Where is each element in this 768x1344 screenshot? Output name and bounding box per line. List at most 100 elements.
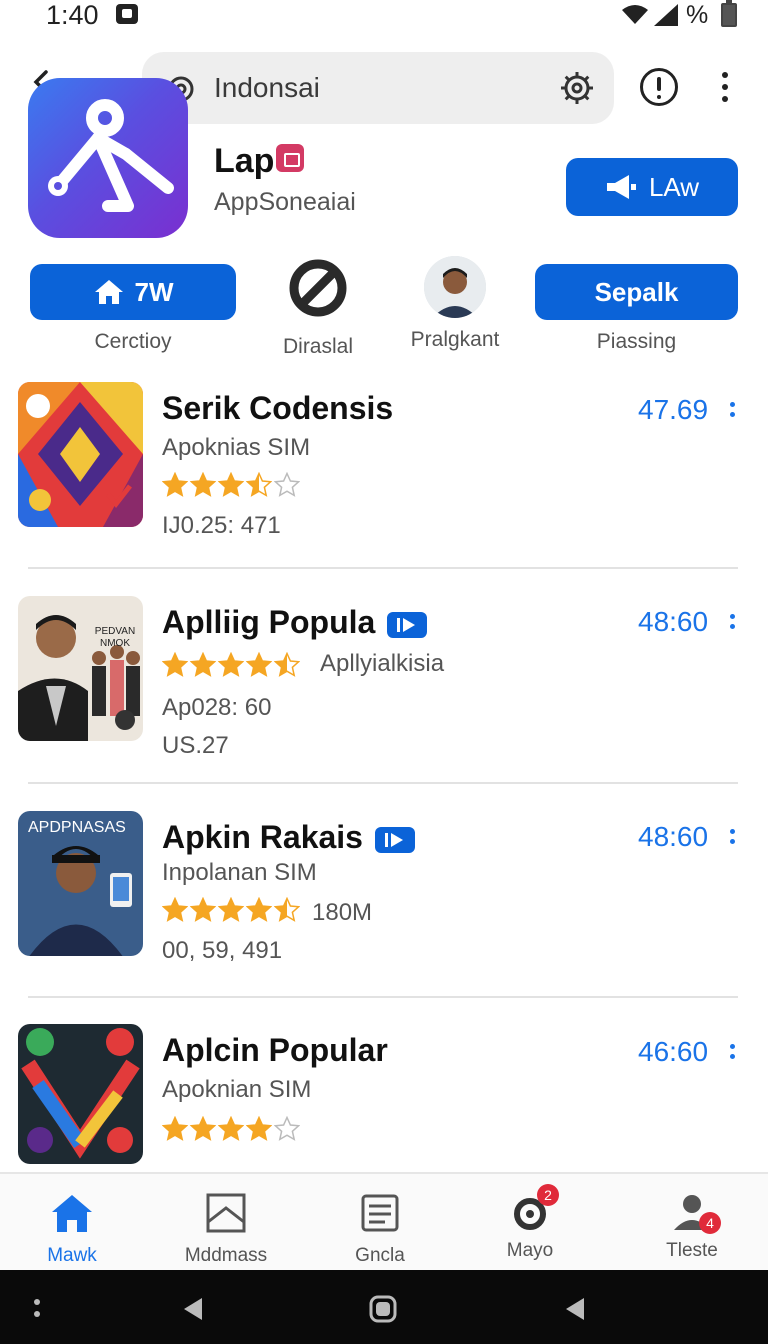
star-icon: [162, 897, 188, 922]
action-sepalk-label: Sepalk: [594, 276, 679, 307]
star-icon: [162, 1116, 188, 1141]
nav-item-tleste[interactable]: 4 Tleste: [632, 1192, 752, 1262]
star-icon: [162, 652, 188, 677]
action-pralgkant[interactable]: Pralgkant: [400, 256, 510, 356]
star-icon: [218, 652, 244, 677]
star-icon: [274, 897, 300, 922]
app-title: Lap: [214, 142, 275, 180]
bottom-navigation: Mawk Mddmass Gncla 2 Mayo 4 Tleste: [0, 1172, 768, 1270]
item-meta: 00, 59, 491: [162, 937, 283, 964]
action-sepalk[interactable]: Sepalk Piassing: [535, 256, 738, 356]
item-title-text: Apkin Rakais: [162, 819, 363, 855]
notification-icon: [116, 4, 138, 24]
nav-label: Tleste: [666, 1240, 718, 1261]
home-icon: [94, 280, 123, 304]
app-subtitle: AppSoneaiai: [214, 188, 356, 216]
item-meta: IJ0.25: 471: [162, 512, 281, 539]
battery-percent: %: [686, 1, 709, 29]
action-caption-pralgkant: Pralgkant: [410, 328, 500, 351]
star-rating: [162, 472, 300, 498]
star-icon: [190, 652, 216, 677]
list-item[interactable]: APDPNASAS Apkin Rakais Inpolanan SIM 180…: [0, 811, 768, 991]
item-title[interactable]: Serik Codensis: [162, 390, 393, 427]
list-item[interactable]: PEDVAN NMOK Aplliig Popula Apllyialkisia…: [0, 596, 768, 776]
app-thumbnail: PEDVAN NMOK: [18, 596, 143, 741]
nav-label: Gncla: [355, 1245, 405, 1266]
divider: [28, 782, 738, 784]
action-7w-label: 7W: [134, 276, 174, 307]
item-more-icon[interactable]: [728, 614, 736, 636]
star-icon: [274, 472, 300, 497]
menu-dots-icon[interactable]: [32, 1298, 42, 1320]
star-icon: [246, 897, 272, 922]
star-icon: [218, 897, 244, 922]
status-time: 1:40: [46, 0, 99, 30]
item-title[interactable]: Aplliig Popula: [162, 604, 428, 641]
nav-label: Mawk: [47, 1245, 97, 1266]
item-title[interactable]: Aplcin Popular: [162, 1032, 388, 1069]
star-icon: [218, 1116, 244, 1141]
list-document-icon: [361, 1194, 399, 1232]
avatar[interactable]: [424, 256, 486, 318]
star-icon: [190, 1116, 216, 1141]
item-price-secondary: US.27: [162, 732, 229, 759]
star-rating: [162, 1116, 300, 1142]
nav-label: Mayo: [506, 1240, 554, 1261]
item-more-icon[interactable]: [728, 1044, 736, 1066]
star-rating: [162, 897, 300, 923]
star-icon: [218, 472, 244, 497]
item-title-text: Aplliig Popula: [162, 604, 376, 640]
video-badge-icon: [374, 826, 415, 853]
nav-item-gncla[interactable]: Gncla: [320, 1192, 440, 1267]
battery-icon: [721, 0, 737, 27]
item-subtitle: Apoknias SIM: [162, 434, 311, 461]
item-more-icon[interactable]: [728, 829, 736, 851]
bookmark-frame-icon: [206, 1193, 246, 1233]
item-subtitle: Apllyialkisia: [320, 650, 445, 677]
list-item[interactable]: Aplcin Popular Apoknian SIM 46:60: [0, 1024, 768, 1172]
home-icon: [52, 1195, 92, 1232]
megaphone-icon: [606, 175, 636, 199]
back-nav-icon[interactable]: [180, 1296, 204, 1322]
nav-item-mayo[interactable]: 2 Mayo: [470, 1184, 590, 1262]
recents-nav-icon[interactable]: [562, 1296, 586, 1322]
settings-gear-icon[interactable]: [558, 69, 596, 107]
item-subtitle: Apoknian SIM: [162, 1076, 312, 1103]
install-button[interactable]: LAw: [566, 158, 738, 216]
item-price: 48:60: [638, 821, 709, 852]
star-icon: [274, 1116, 300, 1141]
search-bar[interactable]: Indonsai: [142, 52, 614, 124]
star-icon: [190, 472, 216, 497]
list-item[interactable]: Serik Codensis Apoknias SIM IJ0.25: 471 …: [0, 382, 768, 562]
nav-label: Mddmass: [184, 1245, 268, 1266]
item-price: 46:60: [638, 1036, 709, 1067]
star-rating: [162, 652, 300, 678]
signal-icon: [654, 4, 678, 26]
star-icon: [246, 1116, 272, 1141]
nav-item-mawk[interactable]: Mawk: [12, 1192, 132, 1267]
item-meta: Ap028: 60: [162, 694, 272, 721]
search-input[interactable]: Indonsai: [214, 72, 320, 104]
item-more-icon[interactable]: [728, 402, 736, 424]
action-7w[interactable]: 7W Cerctioy: [30, 256, 236, 356]
poster-text: PEDVAN NMOK: [94, 626, 136, 649]
disabled-circle-icon[interactable]: [286, 256, 350, 320]
wifi-icon: [622, 5, 648, 24]
nav-item-mddmass[interactable]: Mddmass: [166, 1192, 286, 1267]
video-badge-icon: [387, 611, 428, 638]
status-bar: 1:40 %: [0, 0, 768, 34]
divider: [28, 567, 738, 569]
action-diraslal[interactable]: Diraslal: [268, 256, 368, 358]
item-title[interactable]: Apkin Rakais: [162, 819, 415, 856]
home-nav-icon[interactable]: [368, 1294, 398, 1324]
action-7w-button[interactable]: 7W: [30, 264, 236, 320]
more-options-icon[interactable]: [720, 72, 730, 106]
action-sepalk-button[interactable]: Sepalk: [535, 264, 738, 320]
action-caption-diraslal: Diraslal: [282, 335, 353, 358]
app-icon: [28, 78, 188, 238]
star-icon: [246, 472, 272, 497]
item-subtitle: Inpolanan SIM: [162, 859, 317, 886]
alert-icon[interactable]: [640, 68, 678, 106]
notification-badge: 2: [537, 1184, 559, 1206]
profile-icon-wrapper: 4: [669, 1192, 721, 1234]
